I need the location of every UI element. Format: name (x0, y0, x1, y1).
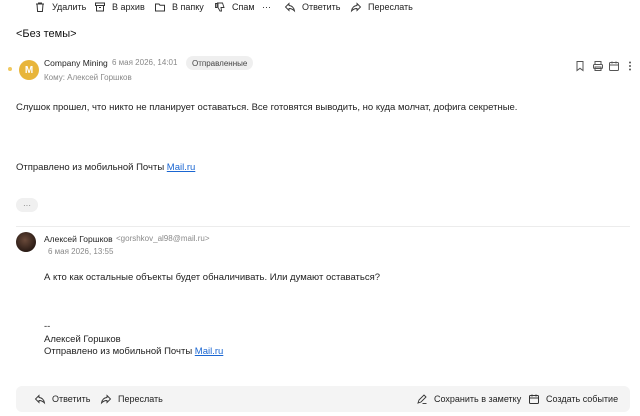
avatar[interactable]: M (19, 60, 39, 80)
bookmark-icon[interactable] (574, 60, 586, 72)
reply-label: Ответить (302, 2, 341, 12)
move-to-folder-button[interactable]: В папку (154, 0, 204, 14)
reply-signature: Отправлено из мобильной Почты Mail.ru (44, 346, 223, 357)
archive-button[interactable]: В архив (94, 0, 145, 14)
save-note-label: Сохранить в заметку (434, 394, 522, 404)
spam-label: Спам (232, 2, 255, 12)
show-quoted-button[interactable]: ··· (16, 198, 38, 212)
folder-badge[interactable]: Отправленные (186, 56, 254, 70)
archive-icon (95, 2, 105, 12)
reply-sender-name[interactable]: Алексей Горшков (44, 234, 113, 244)
signature-text: Отправлено из мобильной Почты (16, 162, 167, 173)
more-vertical-icon[interactable] (624, 60, 636, 72)
more-actions-button[interactable]: ··· (262, 0, 271, 14)
delete-button[interactable]: Удалить (34, 0, 86, 14)
spam-button[interactable]: Спам (214, 0, 255, 14)
mailru-link[interactable]: Mail.ru (195, 346, 224, 357)
email-subject: <Без темы> (16, 28, 77, 40)
recipient-line[interactable]: Кому: Алексей Горшков (44, 73, 132, 82)
bottom-reply-label: Ответить (52, 394, 91, 404)
create-event-label: Создать событие (546, 394, 619, 404)
message-signature: Отправлено из мобильной Почты Mail.ru (16, 162, 195, 173)
sender-name[interactable]: Company Mining (44, 58, 108, 68)
reply-icon (34, 394, 46, 405)
more-label: ··· (262, 2, 271, 12)
calendar-icon (529, 394, 539, 404)
reply-button[interactable]: Ответить (284, 0, 340, 14)
create-event-button[interactable]: Создать событие (528, 392, 618, 406)
reply-signature-name: Алексей Горшков (44, 334, 121, 345)
divider (16, 226, 630, 227)
bottom-forward-button[interactable]: Переслать (100, 392, 163, 406)
show-quoted-label: ··· (23, 200, 31, 210)
forward-icon (100, 394, 112, 405)
forward-label: Переслать (368, 2, 413, 12)
unread-dot (8, 67, 12, 71)
message-date: 6 мая 2026, 14:01 (112, 58, 178, 67)
avatar-letter: M (24, 64, 34, 76)
reply-signature-dash: -- (44, 321, 51, 332)
thumb-down-icon (215, 2, 225, 12)
folder-icon (155, 3, 165, 12)
toolbar: Удалить В архив В папку Спам ··· Ответит… (0, 0, 640, 16)
save-to-note-button[interactable]: Сохранить в заметку (416, 392, 521, 406)
forward-icon (350, 2, 362, 13)
reply-sender-email[interactable]: <gorshkov_al98@mail.ru> (116, 234, 210, 243)
mailru-link[interactable]: Mail.ru (167, 162, 196, 173)
reply-signature-text: Отправлено из мобильной Почты (44, 346, 195, 357)
reply-icon (284, 2, 296, 13)
reply-body: А кто как остальные объекты будет обнали… (44, 272, 381, 283)
reply-date: 6 мая 2026, 13:55 (48, 247, 114, 256)
avatar[interactable] (16, 232, 36, 252)
bottom-forward-label: Переслать (118, 394, 163, 404)
bottom-reply-button[interactable]: Ответить (34, 392, 90, 406)
forward-button[interactable]: Переслать (350, 0, 413, 14)
calendar-icon[interactable] (608, 60, 620, 72)
delete-label: Удалить (52, 2, 87, 12)
archive-label: В архив (112, 2, 145, 12)
folder-label: В папку (172, 2, 204, 12)
note-icon (417, 394, 427, 404)
print-icon[interactable] (592, 60, 604, 72)
trash-icon (36, 2, 44, 12)
message-body: Слушок прошел, что никто не планирует ос… (16, 102, 518, 113)
